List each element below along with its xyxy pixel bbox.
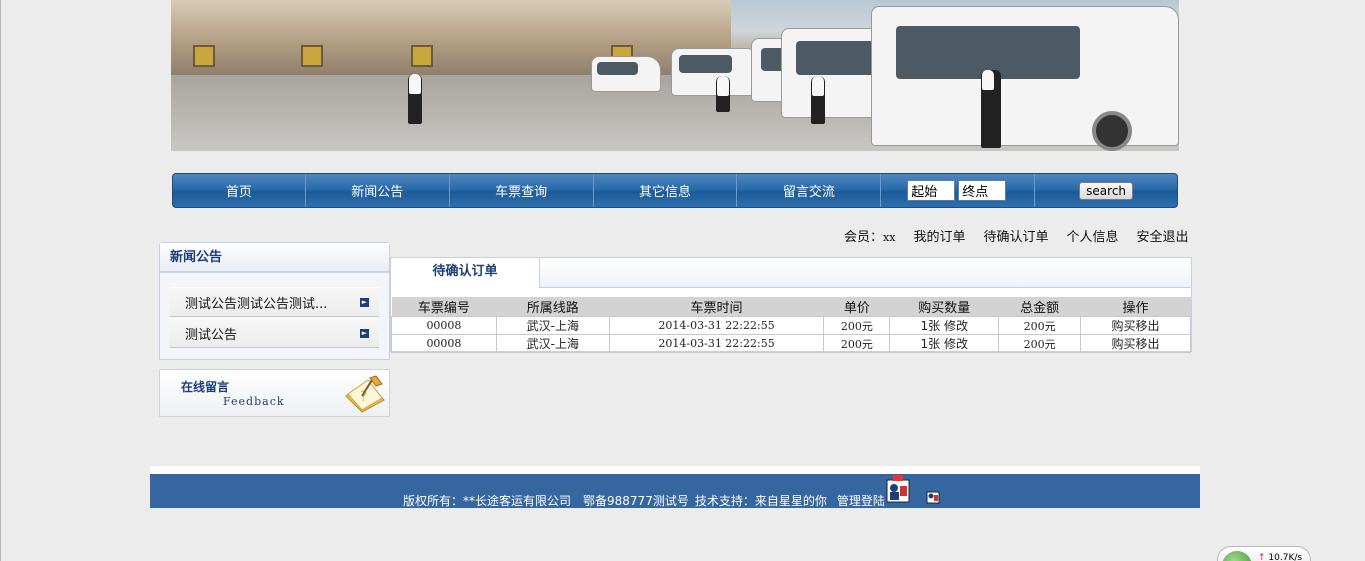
quantity-cell: 1张 修改: [889, 316, 1000, 335]
price-cell: 200元: [823, 316, 891, 335]
column-header: 购买数量: [889, 297, 999, 317]
column-header: 操作: [1080, 297, 1191, 317]
ticket-time-cell: 2014-03-31 22:22:55: [608, 334, 825, 353]
news-panel-title: 新闻公告: [160, 243, 389, 273]
footer-top-strip: [150, 466, 1200, 474]
quantity-cell: 1张 修改: [889, 334, 1000, 353]
ticket-id-cell: 00008: [391, 316, 497, 335]
orders-tabbar: 待确认订单: [391, 258, 1191, 288]
buy-link[interactable]: 购买: [1112, 319, 1136, 333]
news-item[interactable]: 测试公告测试公告测试... ►: [170, 287, 379, 317]
table-row: 00008 武汉-上海 2014-03-31 22:22:55 200元 1张 …: [391, 334, 1191, 353]
nav-item-news[interactable]: 新闻公告: [306, 174, 450, 207]
network-speed-value: 10.7K/s: [1268, 553, 1303, 561]
news-item-title: 测试公告测试公告测试...: [185, 296, 328, 312]
personal-info-link[interactable]: 个人信息: [1066, 226, 1118, 245]
network-speed-widget[interactable]: ↑ 10.7K/s: [1217, 546, 1311, 561]
orders-table: 车票编号 所属线路 车票时间 单价 购买数量 总金额 操作 00008 武汉-上…: [391, 297, 1191, 353]
pending-orders-link[interactable]: 待确认订单: [983, 226, 1048, 245]
search-fields: [881, 174, 1036, 207]
bus-image: [591, 56, 661, 92]
person-figure: [811, 76, 825, 124]
person-figure: [981, 70, 1001, 148]
column-header: 车票时间: [609, 297, 824, 317]
column-header: 单价: [823, 297, 890, 317]
total-cell: 200元: [998, 334, 1082, 353]
bus-image: [871, 6, 1179, 151]
search-button[interactable]: search: [1079, 181, 1134, 200]
person-figure: [408, 74, 422, 124]
header-banner: [171, 0, 1179, 151]
orders-table-header: 车票编号 所属线路 车票时间 单价 购买数量 总金额 操作: [391, 297, 1191, 317]
notepad-pencil-icon: ?: [345, 375, 385, 413]
member-label: 会员：: [844, 230, 884, 245]
edit-link[interactable]: 修改: [944, 319, 968, 333]
news-item-title: 测试公告: [185, 327, 238, 343]
remove-link[interactable]: 移出: [1136, 319, 1160, 333]
ticket-id-cell: 00008: [391, 334, 497, 353]
member-info: 会员：xx: [844, 226, 895, 245]
main-nav: 首页 新闻公告 车票查询 其它信息 留言交流 search: [172, 173, 1178, 208]
logout-link[interactable]: 安全退出: [1136, 226, 1188, 245]
total-cell: 200元: [998, 316, 1082, 335]
footer: 版权所有：**长途客运有限公司 鄂备988777测试号 技术支持：来自星星的你 …: [150, 474, 1200, 508]
column-header: 所属线路: [496, 297, 610, 317]
route-cell: 武汉-上海: [495, 334, 610, 353]
arrow-right-icon: ►: [360, 328, 369, 338]
quantity-value: 1张: [920, 319, 941, 333]
my-orders-link[interactable]: 我的订单: [913, 226, 965, 245]
route-cell: 武汉-上海: [495, 316, 610, 335]
search-from-input[interactable]: [907, 180, 956, 201]
network-speed: ↑ 10.7K/s: [1258, 553, 1302, 561]
search-button-cell: search: [1035, 174, 1177, 207]
footer-support: 技术支持：来自星星的你: [694, 494, 827, 508]
nav-item-ticket-search[interactable]: 车票查询: [450, 174, 594, 207]
footer-text: 版权所有：**长途客运有限公司 鄂备988777测试号 技术支持：来自星星的你 …: [403, 492, 885, 509]
feedback-button[interactable]: 在线留言 Feedback ?: [159, 369, 390, 417]
ticket-time-cell: 2014-03-31 22:22:55: [608, 316, 825, 335]
remove-link[interactable]: 移出: [1136, 337, 1160, 351]
quantity-value: 1张: [920, 337, 941, 351]
upload-arrow-icon: ↑: [1258, 553, 1266, 561]
actions-cell: 购买移出: [1080, 334, 1191, 353]
user-icon[interactable]: [926, 488, 940, 504]
news-item[interactable]: 测试公告 ►: [170, 318, 379, 348]
search-to-input[interactable]: [958, 180, 1007, 201]
feedback-title: 在线留言: [181, 380, 230, 394]
nav-item-messages[interactable]: 留言交流: [737, 174, 882, 207]
buy-link[interactable]: 购买: [1112, 337, 1136, 351]
pending-orders-panel: 待确认订单 车票编号 所属线路 车票时间 单价 购买数量 总金额 操作 0000…: [390, 257, 1192, 353]
edit-link[interactable]: 修改: [944, 337, 968, 351]
column-header: 车票编号: [391, 297, 497, 317]
person-figure: [716, 76, 730, 112]
member-name: xx: [883, 231, 896, 244]
member-bar: 会员：xx 我的订单 待确认订单 个人信息 安全退出: [844, 226, 1189, 245]
news-list: 测试公告测试公告测试... ► 测试公告 ►: [160, 273, 389, 348]
actions-cell: 购买移出: [1080, 316, 1191, 335]
news-panel: 新闻公告 测试公告测试公告测试... ► 测试公告 ►: [159, 242, 390, 360]
price-cell: 200元: [823, 334, 891, 353]
nav-item-other-info[interactable]: 其它信息: [594, 174, 738, 207]
table-row: 00008 武汉-上海 2014-03-31 22:22:55 200元 1张 …: [391, 316, 1191, 335]
column-header: 总金额: [998, 297, 1081, 317]
admin-icon[interactable]: [884, 474, 912, 504]
footer-copyright: 版权所有：**长途客运有限公司: [403, 494, 572, 508]
tab-pending-orders[interactable]: 待确认订单: [391, 258, 540, 288]
admin-login-link[interactable]: 管理登陆: [837, 492, 885, 509]
network-ball-icon: [1222, 551, 1252, 561]
arrow-right-icon: ►: [360, 297, 369, 307]
feedback-subtitle: Feedback: [223, 395, 285, 408]
footer-icp: 鄂备988777测试号: [583, 494, 689, 508]
nav-item-home[interactable]: 首页: [173, 174, 306, 207]
